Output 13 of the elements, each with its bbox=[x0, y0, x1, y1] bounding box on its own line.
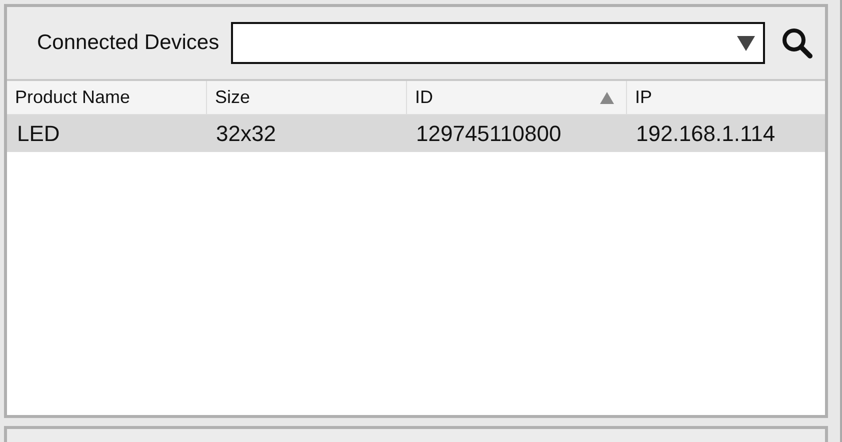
table-cell-text: LED bbox=[16, 120, 61, 146]
table-cell-text: 192.168.1.114 bbox=[635, 120, 776, 146]
column-header[interactable]: Size bbox=[206, 81, 406, 114]
device-dropdown[interactable] bbox=[231, 22, 765, 64]
caret-icon bbox=[737, 35, 755, 51]
table-row[interactable]: LED 32x32 129745110800 192.168.1.114 bbox=[7, 115, 825, 152]
table-cell-text: 129745110800 bbox=[415, 120, 562, 146]
table-cell-text: 32x32 bbox=[215, 120, 277, 146]
connected-devices-label: Connected Devices bbox=[37, 31, 220, 55]
search-icon[interactable] bbox=[781, 27, 813, 59]
column-header[interactable]: ID bbox=[406, 81, 626, 114]
column-header[interactable]: IP bbox=[626, 81, 825, 114]
column-header[interactable]: Product Name bbox=[7, 81, 206, 114]
